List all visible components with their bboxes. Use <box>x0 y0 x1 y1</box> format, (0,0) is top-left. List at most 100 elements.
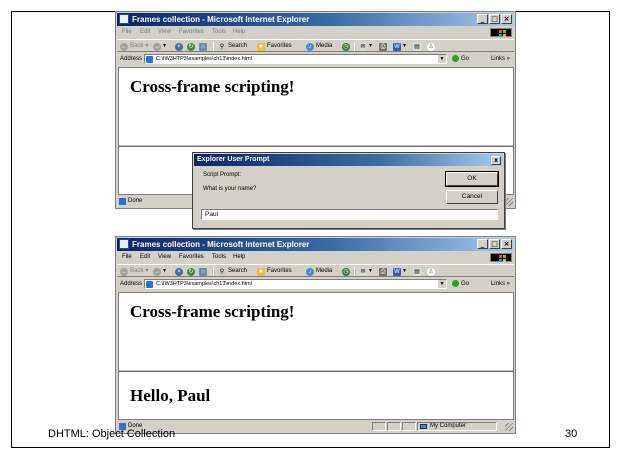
windows-logo-icon <box>490 28 512 37</box>
links-button[interactable]: Links » <box>491 278 510 290</box>
mail-icon: ✉ <box>359 267 367 276</box>
name-input[interactable]: Paul <box>201 209 498 220</box>
maximize-icon[interactable]: □ <box>489 239 500 249</box>
toolbar: ← Back ▾ → ▾ × ↻ ⌂ ⚲ Search ★ Favorites ♪ Me… <box>117 264 514 277</box>
cancel-button[interactable]: Cancel <box>446 190 498 204</box>
go-button[interactable]: Go <box>452 53 469 65</box>
window-title: Frames collection - Microsoft Internet E… <box>132 240 310 249</box>
address-input[interactable]: C:\IW3HTP3\examples\ch13\index.html ▼ <box>144 54 447 64</box>
page-number: 30 <box>565 428 578 440</box>
messenger-button[interactable]: ♙ <box>427 41 435 52</box>
status-bar: Done My Computer <box>117 421 514 432</box>
page-icon <box>146 281 153 288</box>
favorites-button[interactable]: ★ Favorites <box>257 266 292 277</box>
forward-button[interactable]: → ▾ <box>153 266 166 277</box>
media-button[interactable]: ♪ Media <box>306 41 332 52</box>
print-button[interactable]: ⎙ <box>379 266 387 277</box>
bottom-frame: Hello, Paul <box>119 374 513 419</box>
refresh-button[interactable]: ↻ <box>187 41 195 52</box>
prompt-dialog: Explorer User Prompt x Script Prompt: Wh… <box>192 152 505 229</box>
media-icon: ♪ <box>306 267 314 276</box>
top-frame: Cross-frame scripting! <box>119 293 513 372</box>
edit-icon: W <box>393 267 401 276</box>
chevron-down-icon[interactable]: ▼ <box>438 55 446 63</box>
resize-grip[interactable] <box>505 198 513 206</box>
menu-tools[interactable]: Tools <box>212 252 226 263</box>
refresh-button[interactable]: ↻ <box>187 266 195 277</box>
messenger-button[interactable]: ♙ <box>427 266 435 277</box>
maximize-icon[interactable]: □ <box>489 14 500 24</box>
minimize-icon[interactable]: _ <box>477 14 488 24</box>
links-button[interactable]: Links » <box>491 53 510 65</box>
menu-view[interactable]: View <box>158 252 171 263</box>
resize-grip[interactable] <box>505 423 513 431</box>
edit-button[interactable]: W ▾ <box>393 266 406 277</box>
menu-edit[interactable]: Edit <box>140 27 150 38</box>
page-heading: Cross-frame scripting! <box>130 77 295 96</box>
menu-help[interactable]: Help <box>233 252 245 263</box>
security-zone: My Computer <box>417 422 497 431</box>
go-button[interactable]: Go <box>452 278 469 290</box>
close-icon[interactable]: × <box>501 239 512 249</box>
menu-edit[interactable]: Edit <box>140 252 150 263</box>
title-bar[interactable]: Frames collection - Microsoft Internet E… <box>117 13 514 26</box>
menu-favorites[interactable]: Favorites <box>179 252 204 263</box>
favorites-icon: ★ <box>257 42 265 51</box>
edit-icon: W <box>393 42 401 51</box>
search-button[interactable]: ⚲ Search <box>218 266 247 277</box>
history-icon: ◷ <box>342 42 350 51</box>
minimize-icon[interactable]: _ <box>477 239 488 249</box>
history-button[interactable]: ◷ <box>342 266 350 277</box>
messenger-icon: ♙ <box>427 42 435 51</box>
browser-window-after: Frames collection - Microsoft Internet E… <box>115 236 516 434</box>
edit-button[interactable]: W ▾ <box>393 41 406 52</box>
home-icon: ⌂ <box>199 42 207 51</box>
address-bar: Address C:\IW3HTP3\examples\ch13\index.h… <box>117 53 514 65</box>
search-button[interactable]: ⚲ Search <box>218 41 247 52</box>
menu-tools[interactable]: Tools <box>212 27 226 38</box>
stop-button[interactable]: × <box>175 41 183 52</box>
discuss-button[interactable]: ▤ <box>413 266 421 277</box>
menu-view[interactable]: View <box>158 27 171 38</box>
back-button[interactable]: ← Back ▾ <box>120 41 148 52</box>
home-button[interactable]: ⌂ <box>199 41 207 52</box>
print-button[interactable]: ⎙ <box>379 41 387 52</box>
mail-button[interactable]: ✉ ▾ <box>359 266 372 277</box>
mail-button[interactable]: ✉ ▾ <box>359 41 372 52</box>
close-icon[interactable]: × <box>501 14 512 24</box>
refresh-icon: ↻ <box>187 267 195 276</box>
chevron-down-icon[interactable]: ▼ <box>438 280 446 288</box>
frame-message: Hello, Paul <box>130 386 211 405</box>
media-icon: ♪ <box>306 42 314 51</box>
messenger-icon: ♙ <box>427 267 435 276</box>
history-button[interactable]: ◷ <box>342 41 350 52</box>
ok-button[interactable]: OK <box>445 171 499 187</box>
history-icon: ◷ <box>342 267 350 276</box>
menu-file[interactable]: File <box>122 27 132 38</box>
close-icon[interactable]: x <box>491 156 501 165</box>
dialog-title: Explorer User Prompt <box>197 156 270 163</box>
discuss-button[interactable]: ▤ <box>413 41 421 52</box>
go-arrow-icon <box>452 54 459 62</box>
favorites-button[interactable]: ★ Favorites <box>257 41 292 52</box>
forward-button[interactable]: → ▾ <box>153 41 166 52</box>
media-button[interactable]: ♪ Media <box>306 266 332 277</box>
stop-icon: × <box>175 267 183 276</box>
menu-help[interactable]: Help <box>233 27 245 38</box>
menu-file[interactable]: File <box>122 252 132 263</box>
address-bar: Address C:\IW3HTP3\examples\ch13\index.h… <box>117 278 514 290</box>
prompt-question: What is your name? <box>203 186 257 192</box>
stop-button[interactable]: × <box>175 266 183 277</box>
address-label: Address <box>120 281 143 287</box>
home-button[interactable]: ⌂ <box>199 266 207 277</box>
address-input[interactable]: C:\IW3HTP3\examples\ch13\index.html ▼ <box>144 279 447 289</box>
menu-favorites[interactable]: Favorites <box>179 27 204 38</box>
title-bar[interactable]: Frames collection - Microsoft Internet E… <box>117 238 514 251</box>
mail-icon: ✉ <box>359 42 367 51</box>
window-title: Frames collection - Microsoft Internet E… <box>132 15 310 24</box>
dialog-title-bar[interactable]: Explorer User Prompt x <box>194 154 503 166</box>
menu-bar: File Edit View Favorites Tools Help <box>117 252 514 263</box>
back-button[interactable]: ← Back ▾ <box>120 266 148 277</box>
footer-title: DHTML: Object Collection <box>48 428 176 440</box>
forward-arrow-icon: → <box>153 42 161 51</box>
